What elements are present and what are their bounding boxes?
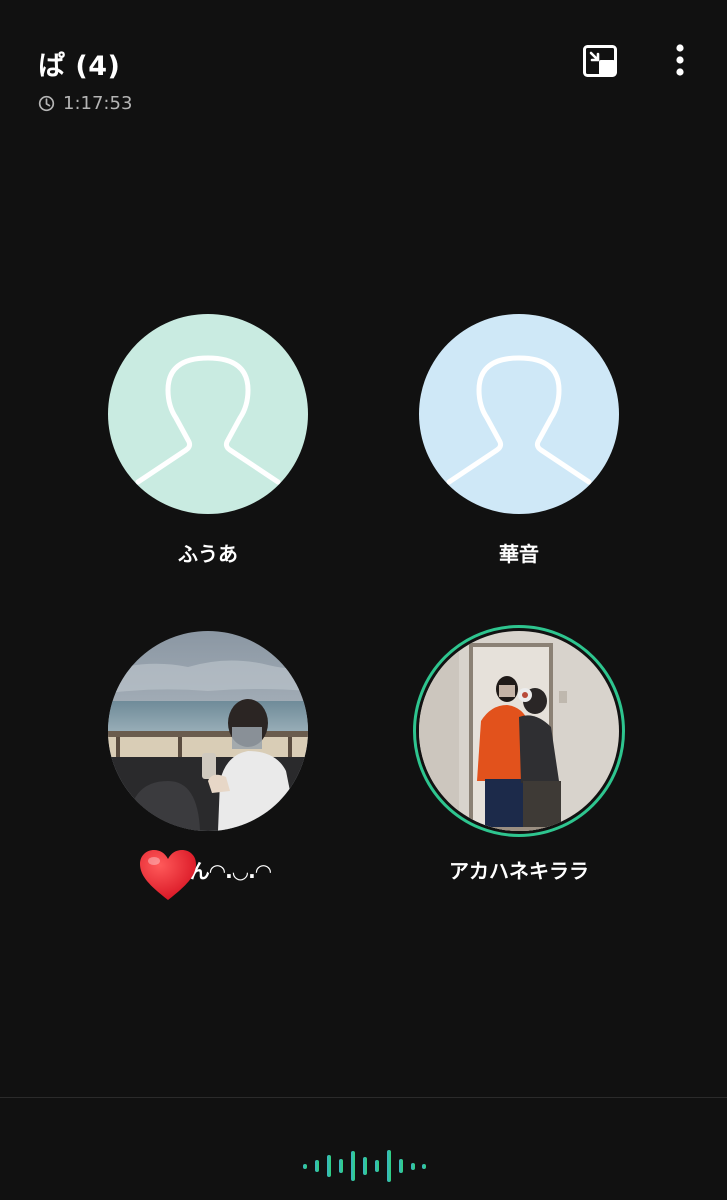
participant-name: ふうあ (178, 542, 238, 566)
bottom-divider (0, 1097, 727, 1098)
picture-in-picture-icon (583, 45, 617, 77)
call-duration: 1:17:53 (38, 93, 132, 114)
participant-name: 華音 (499, 542, 539, 566)
avatar (419, 314, 619, 514)
duration-text: 1:17:53 (63, 93, 133, 114)
avatar (419, 631, 619, 831)
default-avatar-icon (419, 314, 619, 514)
voice-wave-icon (303, 1150, 426, 1182)
clock-icon (38, 95, 55, 112)
participant-tile[interactable]: 華音 (399, 314, 639, 567)
participant-tile[interactable]: ふうあ (88, 314, 328, 567)
default-avatar-icon (108, 314, 308, 514)
participant-tile[interactable]: ぃ❤️ん◠.◡.◠ (88, 631, 328, 884)
picture-in-picture-button[interactable] (580, 42, 620, 80)
more-options-button[interactable] (664, 40, 696, 80)
participant-name: アカハネキララ (449, 859, 589, 883)
group-title: ぱ (4) (38, 51, 121, 82)
participant-name: ぃ❤️ん◠.◡.◠ (144, 859, 272, 883)
voice-call-screen: ぱ (4) 1:17:53 ふうあ 華音 ぃ❤️ん◠.◡.◠ アカハネキララ (0, 0, 727, 1200)
avatar (108, 631, 308, 831)
heart-icon (140, 850, 196, 900)
seaside-photo (108, 631, 308, 831)
more-vertical-icon (676, 44, 684, 76)
couple-photo (419, 631, 619, 831)
call-header: ぱ (4) 1:17:53 (0, 0, 727, 130)
participant-tile[interactable]: アカハネキララ (399, 631, 639, 884)
avatar (108, 314, 308, 514)
